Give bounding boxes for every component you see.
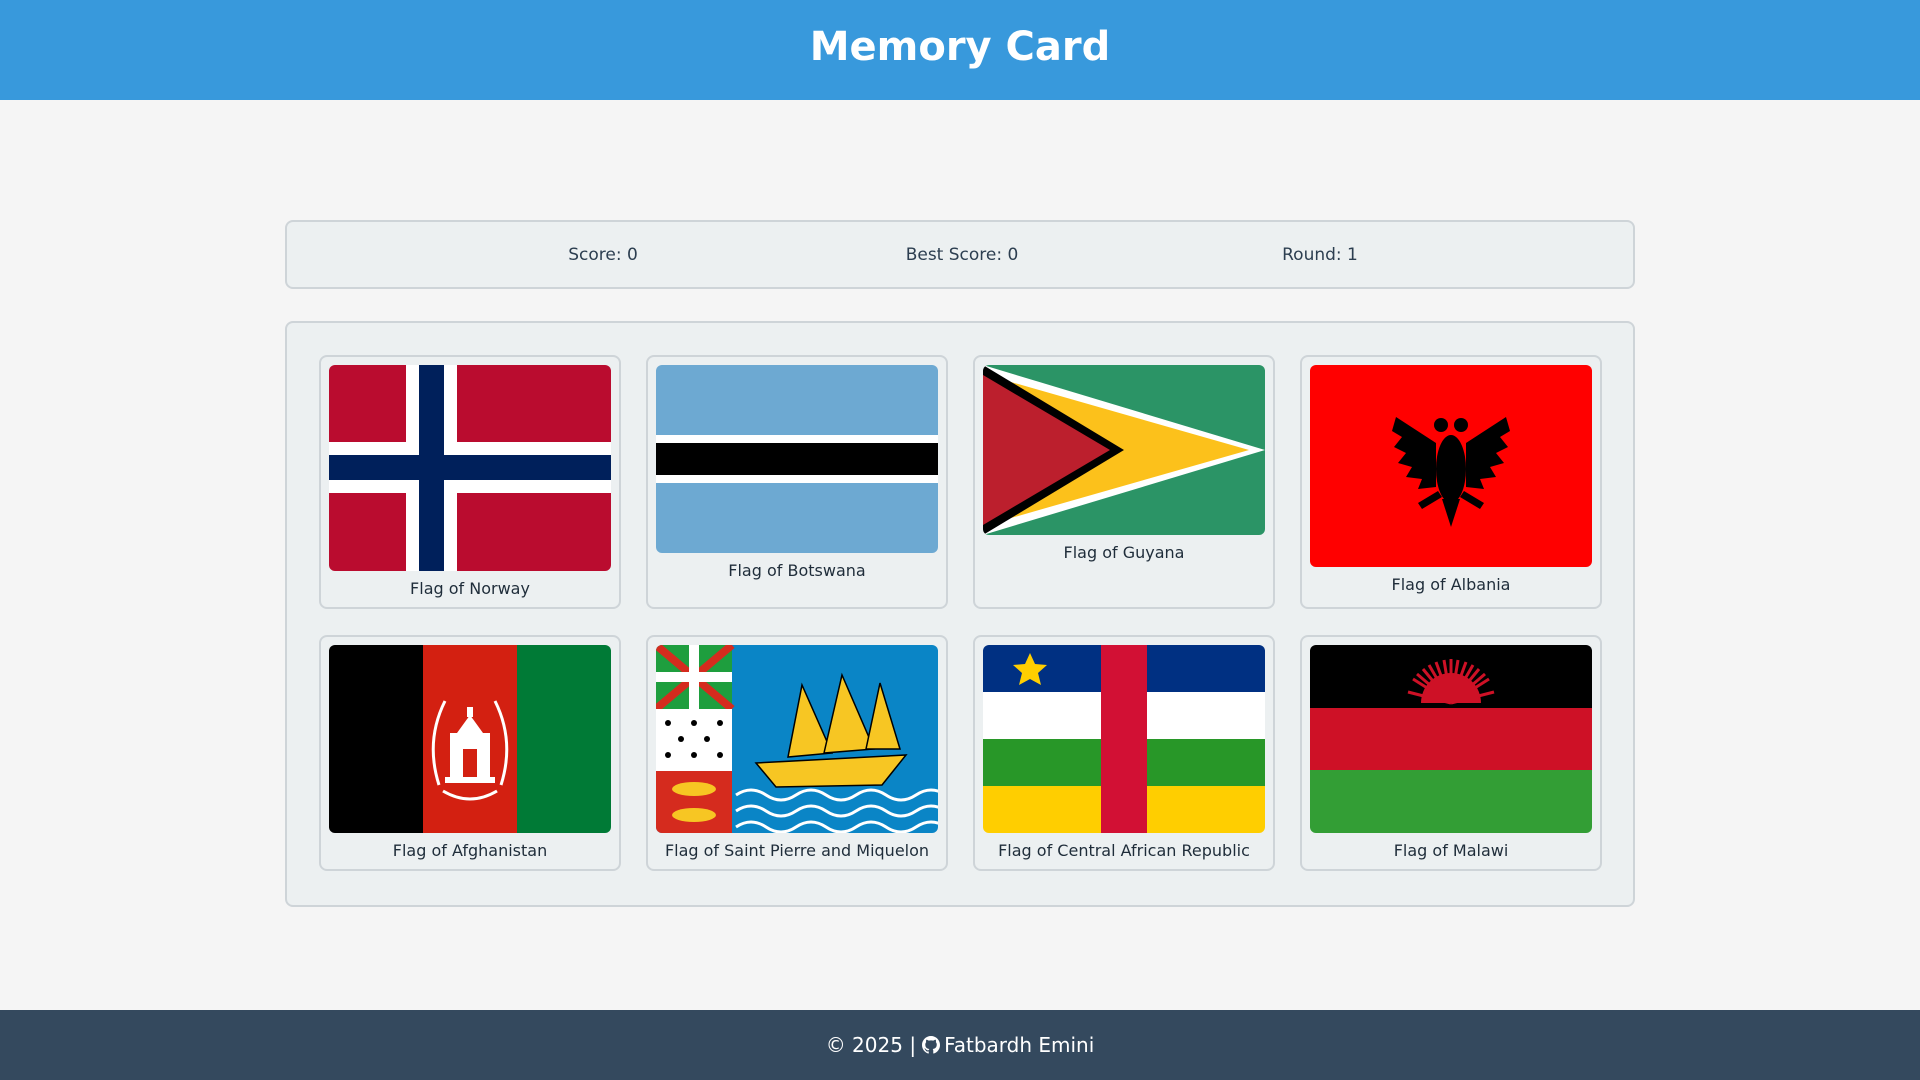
author-link[interactable]: Fatbardh Emini [944, 1033, 1094, 1057]
card-guyana[interactable]: Flag of Guyana [973, 355, 1275, 609]
central-african-republic-flag-icon [983, 645, 1265, 833]
card-label: Flag of Norway [410, 579, 530, 598]
malawi-flag-icon [1310, 645, 1592, 833]
botswana-flag-icon [656, 365, 938, 553]
card-label: Flag of Afghanistan [392, 841, 548, 860]
card-label: Flag of Guyana [1063, 543, 1185, 562]
card-albania[interactable]: Flag of Albania [1300, 355, 1602, 609]
github-icon[interactable] [922, 1036, 941, 1054]
norway-flag-icon [329, 365, 611, 571]
card-malawi[interactable]: Flag of Malawi [1300, 635, 1602, 871]
page-title: Memory Card [809, 24, 1111, 70]
albania-flag-icon [1310, 365, 1592, 567]
guyana-flag-icon [983, 365, 1265, 535]
card-grid: Flag of Norway Flag of Botswana Flag of … [285, 321, 1635, 907]
card-norway[interactable]: Flag of Norway [319, 355, 621, 609]
app-footer: © 2025 | Fatbardh Emini [0, 1010, 1920, 1080]
card-label: Flag of Saint Pierre and Miquelon [664, 841, 930, 860]
round-display: Round: 1 [1282, 245, 1358, 265]
scoreboard: Score: 0 Best Score: 0 Round: 1 [285, 220, 1635, 289]
card-label: Flag of Botswana [728, 561, 866, 580]
card-afghanistan[interactable]: Flag of Afghanistan [319, 635, 621, 871]
best-score-display: Best Score: 0 [905, 245, 1019, 265]
card-label: Flag of Malawi [1393, 841, 1509, 860]
card-label: Flag of Albania [1391, 575, 1511, 594]
score-display: Score: 0 [568, 245, 638, 265]
app-header: Memory Card [0, 0, 1920, 100]
saint-pierre-and-miquelon-flag-icon [656, 645, 938, 833]
card-central-african-republic[interactable]: Flag of Central African Republic [973, 635, 1275, 871]
card-saint-pierre-and-miquelon[interactable]: Flag of Saint Pierre and Miquelon [646, 635, 948, 871]
card-botswana[interactable]: Flag of Botswana [646, 355, 948, 609]
card-label: Flag of Central African Republic [998, 841, 1250, 860]
afghanistan-flag-icon [329, 645, 611, 833]
copyright-text: © 2025 | [825, 1033, 917, 1057]
